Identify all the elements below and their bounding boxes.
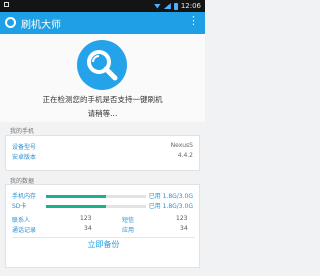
my-data-card: 手机内存 已用 1.8G/3.0G SD卡 已用 1.8G/3.0G 联系人 1… [5, 184, 200, 268]
scan-panel: 正在检测您的手机是否支持一键刷机 请稍等... [0, 34, 205, 122]
contacts-key: 联系人 [12, 217, 31, 224]
search-icon [77, 40, 127, 90]
phone-memory-bar-fill [46, 195, 106, 198]
apps-value: 34 [180, 225, 188, 232]
call-log-value: 34 [84, 225, 92, 232]
call-log-key: 通话记录 [12, 227, 37, 234]
sd-card-usage: 已用 1.8G/3.0G [148, 203, 193, 210]
signal-icon [163, 3, 171, 9]
sms-key: 短信 [122, 217, 135, 224]
phone-memory-usage: 已用 1.8G/3.0G [148, 193, 193, 200]
device-model-row: 设备型号 NexusS [12, 142, 193, 151]
device-model-value: NexusS [170, 142, 193, 149]
android-version-value: 4.4.2 [177, 152, 193, 159]
wifi-icon [153, 3, 161, 9]
android-version-row: 安卓版本 4.4.2 [12, 152, 193, 161]
sd-card-bar [46, 205, 146, 208]
phone-memory-key: 手机内存 [12, 193, 37, 200]
battery-icon [173, 2, 178, 10]
sd-card-key: SD卡 [12, 203, 27, 210]
my-phone-label: 我的手机 [10, 128, 35, 135]
clock: 12:06 [180, 2, 201, 10]
scan-message: 正在检测您的手机是否支持一键刷机 [42, 95, 163, 104]
app-title: 刷机大师 [21, 20, 61, 31]
wait-text: 请稍等... [87, 109, 118, 118]
my-phone-card: 设备型号 NexusS 安卓版本 4.4.2 [5, 135, 200, 171]
android-version-key: 安卓版本 [12, 154, 37, 161]
sd-card-bar-fill [46, 205, 106, 208]
app-logo-icon [5, 17, 16, 28]
sms-value: 123 [176, 215, 188, 222]
phone-memory-bar [46, 195, 146, 198]
apps-key: 应用 [122, 227, 135, 234]
app-bar: 刷机大师 ⋮ [0, 12, 205, 34]
backup-now-button[interactable]: 立即备份 [12, 237, 195, 252]
notification-icon [4, 2, 9, 7]
contacts-value: 123 [80, 215, 92, 222]
device-model-key: 设备型号 [12, 144, 37, 151]
overflow-menu-icon[interactable]: ⋮ [188, 15, 199, 26]
status-bar: 12:06 [0, 0, 205, 12]
